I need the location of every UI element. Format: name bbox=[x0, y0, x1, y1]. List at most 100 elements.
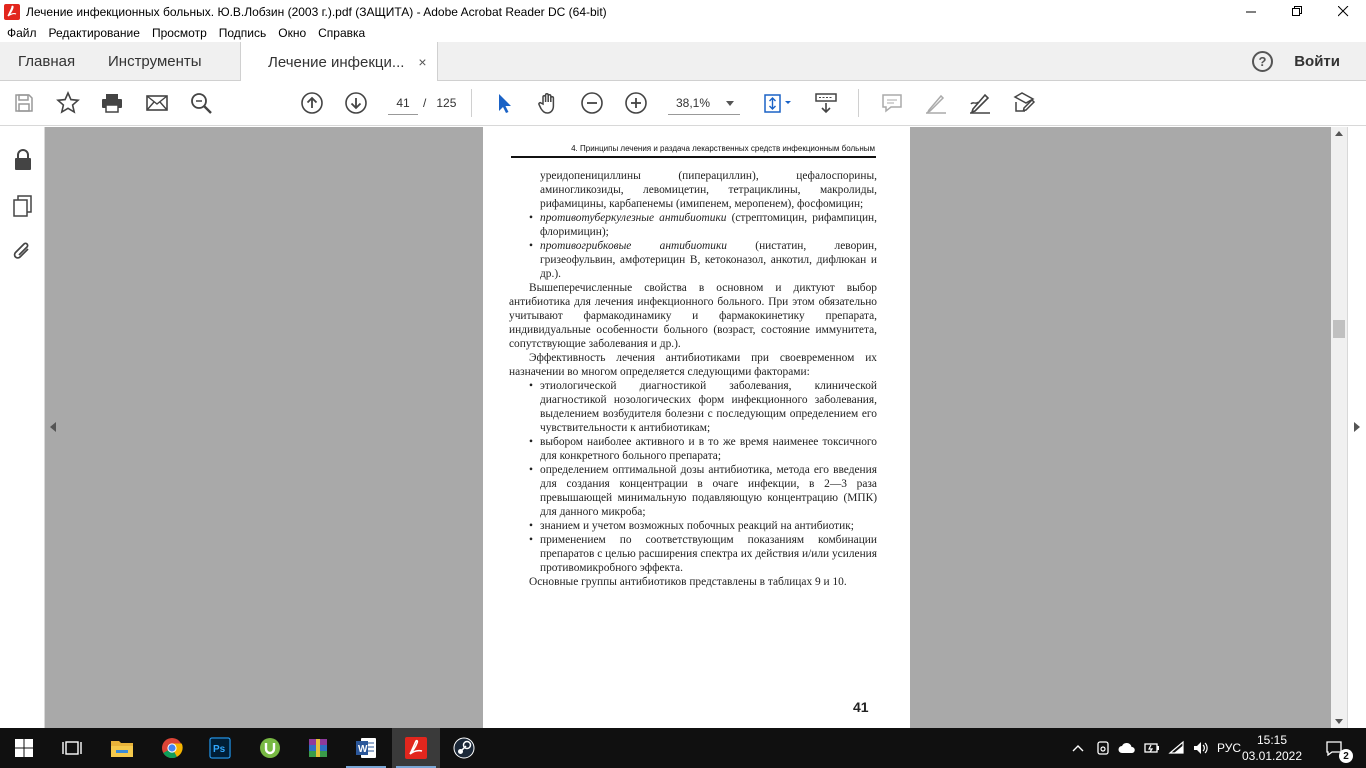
tab-bar: Главная Инструменты Лечение инфекци... ×… bbox=[0, 42, 1366, 82]
wifi-icon bbox=[1168, 740, 1184, 754]
tray-battery-saver[interactable] bbox=[1143, 739, 1161, 757]
menu-help[interactable]: Справка bbox=[318, 26, 365, 40]
body-paragraph: уреидопенициллины (пиперациллин), цефало… bbox=[540, 170, 877, 210]
document-viewer[interactable]: 4. Принципы лечения и раздача лекарствен… bbox=[45, 127, 1331, 728]
word-icon: W bbox=[356, 738, 376, 758]
scroll-down-icon[interactable] bbox=[1335, 719, 1343, 724]
bullet-item: знанием и учетом возможных побочных реак… bbox=[509, 519, 877, 533]
highlight-button[interactable] bbox=[924, 91, 948, 115]
save-button[interactable] bbox=[12, 91, 36, 115]
taskbar-word[interactable]: W bbox=[342, 728, 390, 768]
bullet-item: определением оптимальной дозы антибиотик… bbox=[509, 463, 877, 519]
print-button[interactable] bbox=[100, 91, 124, 115]
scroll-up-icon[interactable] bbox=[1335, 131, 1343, 136]
hand-tool-button[interactable] bbox=[536, 91, 560, 115]
chevron-up-icon bbox=[1072, 745, 1084, 752]
pdf-page: 4. Принципы лечения и раздача лекарствен… bbox=[483, 127, 910, 728]
email-button[interactable] bbox=[145, 91, 169, 115]
task-view-button[interactable] bbox=[48, 728, 96, 768]
edit-pdf-button[interactable] bbox=[1012, 91, 1036, 115]
page-count: / 125 bbox=[423, 91, 456, 115]
tab-close-icon[interactable]: × bbox=[418, 54, 426, 70]
taskbar-winrar[interactable] bbox=[294, 728, 342, 768]
next-page-button[interactable] bbox=[344, 91, 368, 115]
taskbar-photoshop[interactable]: Ps bbox=[196, 728, 244, 768]
zoom-out-button[interactable] bbox=[580, 91, 604, 115]
page-number-input[interactable]: 41 bbox=[388, 91, 418, 115]
bullet-text: применением по соответствующим показания… bbox=[540, 534, 877, 574]
body-paragraph: Эффективность лечения антибиотиками при … bbox=[509, 352, 877, 378]
tab-document-label: Лечение инфекци... bbox=[268, 53, 405, 71]
tray-onedrive[interactable] bbox=[1118, 739, 1136, 757]
acrobat-app-icon bbox=[4, 3, 20, 20]
clock-time: 15:15 bbox=[1256, 733, 1288, 747]
scrollbar-thumb[interactable] bbox=[1333, 320, 1345, 338]
toolbar-divider bbox=[471, 89, 472, 117]
menu-sign[interactable]: Подпись bbox=[219, 26, 267, 40]
vertical-scrollbar[interactable] bbox=[1331, 127, 1347, 728]
running-head: 4. Принципы лечения и раздача лекарствен… bbox=[571, 144, 875, 153]
sign-in-button[interactable]: Войти bbox=[1294, 53, 1340, 70]
select-tool-button[interactable] bbox=[492, 91, 516, 115]
find-button[interactable] bbox=[189, 91, 213, 115]
scroll-mode-button[interactable] bbox=[814, 91, 838, 115]
paperclip-icon bbox=[13, 242, 29, 259]
security-button[interactable] bbox=[11, 148, 35, 172]
cursor-arrow-icon bbox=[499, 94, 511, 113]
bullet-item: противогрибковые антибиотики (нистатин, … bbox=[509, 239, 877, 281]
tab-tools[interactable]: Инструменты bbox=[108, 42, 202, 81]
comment-button[interactable] bbox=[880, 91, 904, 115]
page-separator: / bbox=[423, 96, 427, 110]
input-language[interactable]: РУС bbox=[1215, 739, 1243, 757]
collapse-left-pane-icon[interactable] bbox=[50, 422, 56, 432]
taskbar-utorrent[interactable] bbox=[246, 728, 294, 768]
minimize-button[interactable] bbox=[1228, 0, 1274, 23]
clock[interactable]: 15:15 03.01.2022 bbox=[1240, 732, 1304, 764]
tray-volume[interactable] bbox=[1192, 739, 1210, 757]
menu-edit[interactable]: Редактирование bbox=[49, 26, 140, 40]
fit-page-button[interactable] bbox=[760, 91, 794, 115]
attachments-button[interactable] bbox=[11, 240, 35, 264]
taskbar-acrobat[interactable] bbox=[392, 728, 440, 768]
start-button[interactable] bbox=[0, 728, 48, 768]
svg-text:Ps: Ps bbox=[213, 744, 226, 755]
taskbar-steam[interactable] bbox=[440, 728, 488, 768]
zoom-select[interactable]: 38,1% bbox=[668, 91, 740, 115]
tray-device[interactable] bbox=[1095, 739, 1111, 757]
windows-taskbar: Ps W РУС 15:15 03.01.2022 2 bbox=[0, 728, 1366, 768]
plus-circle-icon bbox=[625, 92, 647, 114]
clock-date: 03.01.2022 bbox=[1241, 749, 1303, 763]
envelope-icon bbox=[146, 95, 168, 111]
bullet-item: выбором наиболее активного и в то же вре… bbox=[509, 435, 877, 463]
bullet-item: противотуберкулезные антибиотики (стрепт… bbox=[509, 211, 877, 239]
page-thumbnails-button[interactable] bbox=[11, 194, 35, 218]
speaker-icon bbox=[1194, 742, 1208, 754]
expand-right-pane-icon[interactable] bbox=[1354, 422, 1360, 432]
restore-button[interactable] bbox=[1274, 0, 1320, 23]
toolbar: 41 / 125 38,1% bbox=[0, 81, 1366, 126]
tray-network[interactable] bbox=[1168, 739, 1186, 757]
chrome-icon bbox=[162, 738, 183, 759]
taskbar-chrome[interactable] bbox=[148, 728, 196, 768]
zoom-in-button[interactable] bbox=[624, 91, 648, 115]
bullet-text: знанием и учетом возможных побочных реак… bbox=[540, 520, 854, 532]
menu-file[interactable]: Файл bbox=[7, 26, 37, 40]
help-icon[interactable]: ? bbox=[1252, 51, 1273, 72]
menu-window[interactable]: Окно bbox=[278, 26, 306, 40]
taskbar-file-explorer[interactable] bbox=[98, 728, 146, 768]
fill-sign-button[interactable] bbox=[968, 91, 992, 115]
previous-page-button[interactable] bbox=[300, 91, 324, 115]
restore-icon bbox=[1291, 6, 1302, 16]
left-navigation-rail bbox=[0, 127, 45, 728]
tab-home[interactable]: Главная bbox=[18, 42, 75, 81]
close-window-button[interactable] bbox=[1320, 0, 1366, 23]
menu-view[interactable]: Просмотр bbox=[152, 26, 207, 40]
acrobat-icon bbox=[405, 737, 427, 759]
notification-count-badge: 2 bbox=[1339, 749, 1353, 763]
show-hidden-icons-button[interactable] bbox=[1071, 739, 1085, 757]
minimize-icon bbox=[1245, 11, 1256, 13]
bookmark-star-button[interactable] bbox=[56, 91, 80, 115]
save-icon bbox=[15, 94, 33, 112]
fit-page-icon bbox=[764, 94, 791, 113]
tab-document[interactable]: Лечение инфекци... × bbox=[240, 42, 438, 82]
